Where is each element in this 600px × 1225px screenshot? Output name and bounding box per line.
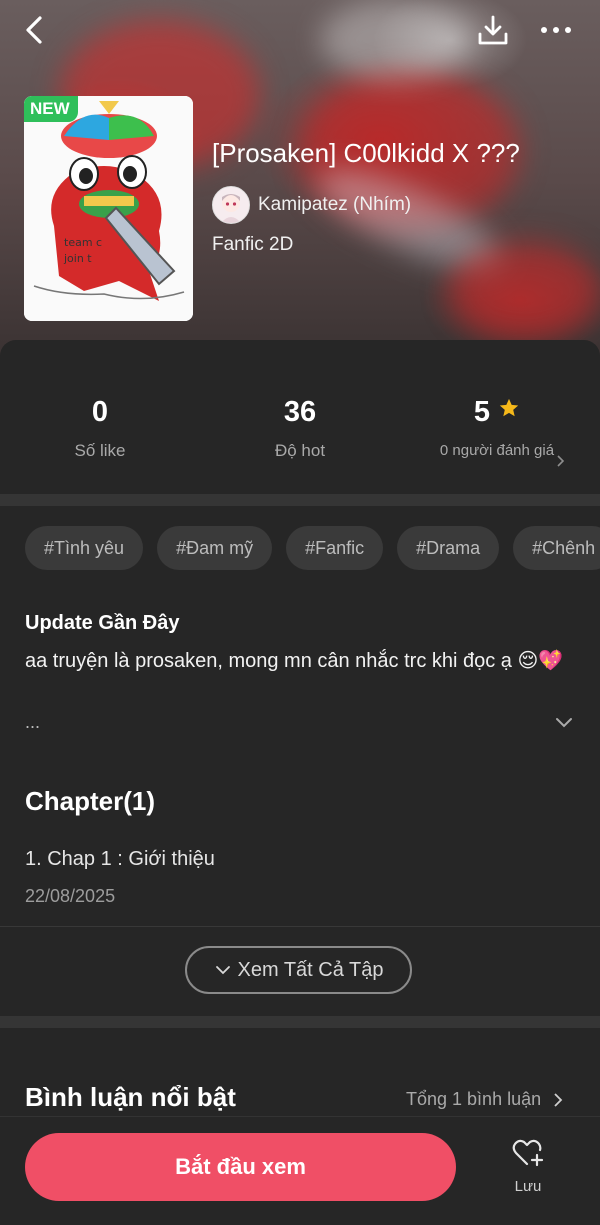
detail-panel: 0 Số like 36 Độ hot 5 0 người đánh giá #… (0, 340, 600, 1224)
download-button[interactable] (474, 12, 512, 50)
author-link[interactable]: Kamipatez (Nhím) (212, 186, 411, 224)
section-separator (0, 494, 600, 506)
tag-chip[interactable]: #Drama (397, 526, 500, 570)
hot-value: 36 (283, 396, 317, 428)
comments-total-link[interactable]: Tổng 1 bình luận (406, 1089, 567, 1110)
svg-text:team c: team c (64, 236, 102, 249)
story-title: [Prosaken] C00lkidd X ??? (212, 138, 520, 168)
star-icon (499, 398, 519, 417)
top-bar (0, 0, 600, 64)
comments-heading: Bình luận nổi bật (25, 1082, 236, 1112)
rating-value-row: 5 (397, 396, 597, 429)
story-cover[interactable]: team c join t NEW (24, 96, 193, 321)
chevron-down-icon (215, 966, 230, 975)
save-button[interactable]: Lưu (496, 1137, 560, 1195)
comments-total: Tổng 1 bình luận (406, 1089, 542, 1109)
chevron-right-icon (554, 1092, 563, 1107)
likes-stat: 0 Số like (0, 396, 200, 461)
svg-text:join t: join t (63, 252, 92, 265)
download-icon (478, 15, 508, 45)
chapter-heading: Chapter(1) (25, 786, 156, 816)
chevron-down-icon (556, 718, 572, 728)
chapter-item[interactable]: 1. Chap 1 : Giới thiệu (25, 848, 215, 871)
more-button[interactable] (536, 12, 576, 48)
stats-row: 0 Số like 36 Độ hot 5 0 người đánh giá (0, 340, 600, 494)
chapter-date: 22/08/2025 (25, 886, 116, 906)
chevron-left-icon (26, 16, 42, 44)
section-separator (0, 1016, 600, 1028)
more-horizontal-icon (541, 27, 571, 33)
tag-list: #Tình yêu #Đam mỹ #Fanfic #Drama #Chênh (25, 526, 600, 570)
tag-chip[interactable]: #Tình yêu (25, 526, 144, 570)
save-label: Lưu (514, 1178, 542, 1195)
hot-label: Độ hot (274, 441, 326, 460)
cover-illustration: team c join t (24, 96, 193, 321)
rating-stat[interactable]: 5 0 người đánh giá (397, 396, 597, 467)
author-avatar (212, 186, 250, 224)
bottom-bar: Bắt đầu xem Lưu (0, 1116, 600, 1225)
update-text: aa truyện là prosaken, mong mn cân nhắc … (25, 650, 564, 672)
update-title: Update Gần Đây (25, 612, 180, 634)
divider (0, 926, 600, 927)
chevron-right-icon (557, 455, 565, 467)
view-all-chapters-button[interactable]: Xem Tất Cả Tập (185, 946, 412, 994)
story-genre: Fanfic 2D (212, 234, 294, 255)
expand-button[interactable] (552, 710, 576, 734)
start-reading-button[interactable]: Bắt đầu xem (25, 1133, 456, 1201)
tag-chip[interactable]: #Đam mỹ (157, 526, 273, 570)
author-name: Kamipatez (Nhím) (258, 194, 412, 215)
heart-plus-icon (512, 1139, 544, 1167)
new-badge: NEW (24, 96, 78, 122)
hot-stat: 36 Độ hot (200, 396, 400, 461)
likes-value: 0 (91, 396, 109, 428)
rating-value: 5 (473, 396, 491, 428)
tag-chip[interactable]: #Fanfic (286, 526, 384, 570)
update-ellipsis: ... (25, 712, 41, 732)
rating-label: 0 người đánh giá (439, 442, 555, 459)
likes-label: Số like (74, 441, 126, 460)
back-button[interactable] (18, 12, 54, 48)
view-all-label: Xem Tất Cả Tập (237, 958, 384, 981)
tag-chip[interactable]: #Chênh (513, 526, 600, 570)
blur-blob (450, 240, 600, 340)
